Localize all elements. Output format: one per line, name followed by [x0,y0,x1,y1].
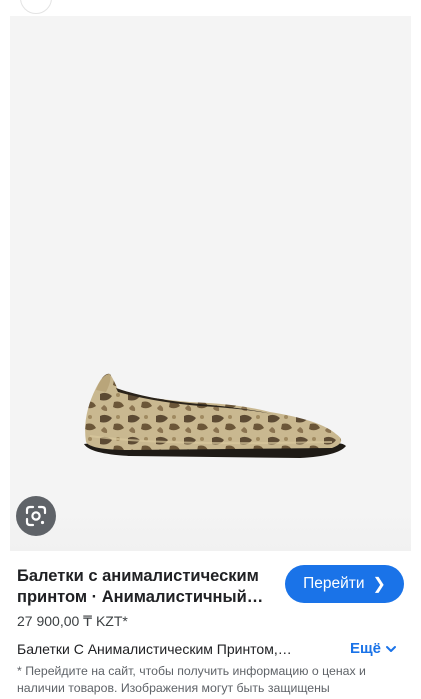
product-image [84,373,346,458]
disclaimer-text: * Перейдите на сайт, чтобы получить инфо… [17,664,366,695]
more-label: Ещё [350,640,382,657]
google-lens-button[interactable] [16,496,56,536]
more-button[interactable]: Ещё [350,640,398,657]
product-title[interactable]: Балетки с анималистическим принтом · Ани… [17,566,279,608]
chevron-right-icon: ❯ [372,576,386,593]
google-lens-icon [25,505,47,527]
store-line[interactable]: Балетки С Анималистическим Принтом,… [17,641,317,657]
visit-site-label: Перейти [303,575,365,592]
visit-site-button[interactable]: Перейти ❯ [285,565,404,603]
product-price: 27 900,00 ₸ KZT* [17,613,128,629]
product-image-area[interactable] [10,16,411,551]
top-strip [0,0,421,14]
chevron-down-icon [386,645,397,652]
avatar[interactable] [20,0,52,14]
